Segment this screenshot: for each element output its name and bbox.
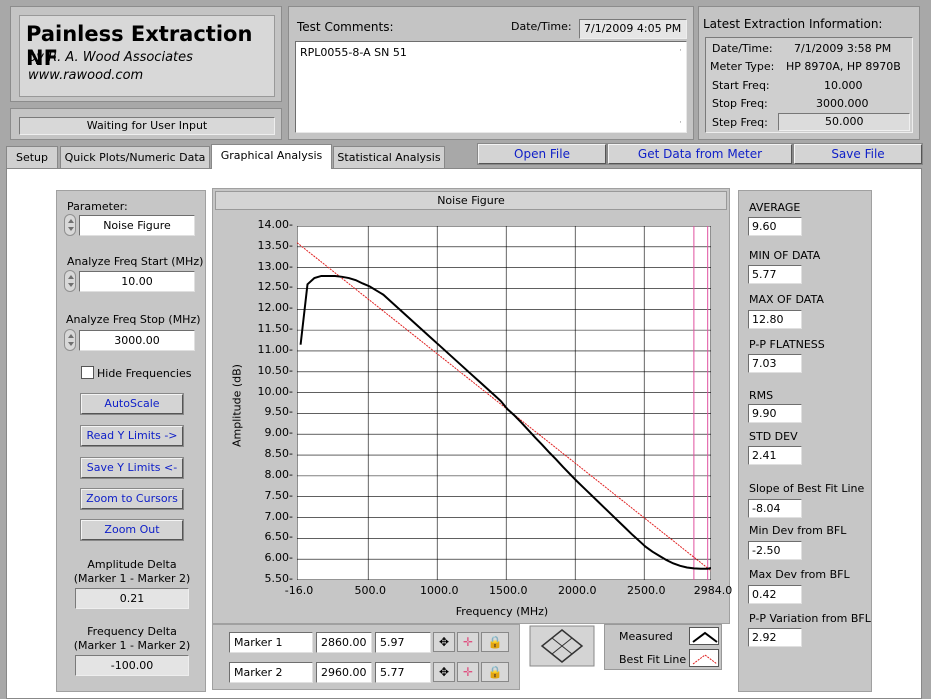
- zoom-to-cursors-button[interactable]: Zoom to Cursors: [81, 489, 183, 509]
- scroll-up-icon[interactable]: ·: [679, 46, 682, 56]
- latest-value-start: 10.000: [824, 79, 863, 92]
- x-tick-label: 2984.0: [693, 584, 733, 597]
- marker2-move-icon[interactable]: ✥: [433, 662, 455, 682]
- x-tick-label: 2500.0: [626, 584, 666, 597]
- start-freq-field[interactable]: 10.00: [79, 271, 195, 292]
- latest-step-field: 50.000: [778, 113, 910, 131]
- latest-label-stop: Stop Freq:: [712, 97, 768, 110]
- tab-setup[interactable]: Setup: [6, 146, 58, 169]
- amp-delta-value: 0.21: [75, 588, 189, 609]
- latest-panel: Latest Extraction Information: Date/Time…: [698, 6, 920, 140]
- save-y-limits-button[interactable]: Save Y Limits <-: [81, 458, 183, 478]
- hide-frequencies-checkbox[interactable]: [81, 366, 94, 379]
- marker1-amp[interactable]: 5.97: [375, 632, 431, 653]
- stop-freq-spinner[interactable]: [64, 329, 76, 351]
- marker1-crosshair-icon[interactable]: ✛: [457, 632, 479, 652]
- read-y-limits-button[interactable]: Read Y Limits ->: [81, 426, 183, 446]
- legend: Measured Best Fit Line: [604, 624, 722, 670]
- legend-measured-swatch: [689, 627, 719, 645]
- pan-diamond-icon[interactable]: [526, 624, 598, 668]
- get-data-button[interactable]: Get Data from Meter: [608, 144, 792, 164]
- stop-freq-field[interactable]: 3000.00: [79, 330, 195, 351]
- start-freq-spinner[interactable]: [64, 270, 76, 292]
- scroll-down-icon[interactable]: ·: [679, 118, 682, 128]
- latest-label-meter: Meter Type:: [710, 60, 775, 73]
- autoscale-button[interactable]: AutoScale: [81, 394, 183, 414]
- plot-area[interactable]: [297, 226, 711, 580]
- app-website: www.rawood.com: [28, 68, 144, 83]
- marker2-lock-icon[interactable]: 🔒: [481, 662, 509, 682]
- latest-label-step: Step Freq:: [712, 116, 768, 129]
- status-panel: Waiting for User Input: [10, 108, 282, 140]
- parameter-spinner[interactable]: [64, 214, 76, 236]
- amp-delta-label: Amplitude Delta: [87, 558, 177, 571]
- latest-value-stop: 3000.000: [816, 97, 869, 110]
- x-tick-label: 1500.0: [488, 584, 528, 597]
- pan-control[interactable]: [526, 624, 598, 668]
- x-tick-label: 1000.0: [419, 584, 459, 597]
- marker2-crosshair-icon[interactable]: ✛: [457, 662, 479, 682]
- x-tick-label: 500.0: [354, 584, 386, 597]
- comments-textarea[interactable]: RPL0055-8-A SN 51 · ·: [295, 41, 687, 133]
- latest-value-step: 50.000: [825, 115, 864, 128]
- legend-measured-label: Measured: [619, 630, 673, 643]
- marker1-freq[interactable]: 2860.00: [316, 632, 372, 653]
- latest-value-date: 7/1/2009 3:58 PM: [794, 42, 892, 55]
- zoom-out-button[interactable]: Zoom Out: [81, 520, 183, 540]
- graph-panel: Noise Figure Amplitude (dB) Frequency (M…: [212, 188, 733, 624]
- latest-value-meter: HP 8970A, HP 8970B: [786, 60, 901, 73]
- marker-panel: Marker 1 2860.00 5.97 ✥ ✛ 🔒 Marker 2 296…: [212, 624, 520, 690]
- latest-title: Latest Extraction Information:: [703, 17, 883, 31]
- logo-panel: Painless Extraction NF by R. A. Wood Ass…: [10, 6, 282, 102]
- left-controls-panel: Parameter: Noise Figure Analyze Freq Sta…: [56, 190, 206, 692]
- tab-statistical-analysis[interactable]: Statistical Analysis: [333, 146, 445, 169]
- marker1-name[interactable]: Marker 1: [229, 632, 313, 653]
- open-file-button[interactable]: Open File: [478, 144, 606, 164]
- marker2-amp[interactable]: 5.77: [375, 662, 431, 683]
- hide-frequencies-label: Hide Frequencies: [97, 367, 192, 380]
- freq-delta-label: Frequency Delta: [87, 625, 177, 638]
- comments-panel: Test Comments: Date/Time: 7/1/2009 4:05 …: [288, 6, 694, 140]
- x-tick-label: 2000.0: [557, 584, 597, 597]
- freq-delta-sublabel: (Marker 1 - Marker 2): [73, 639, 191, 652]
- stats-panel: [738, 190, 872, 692]
- freq-delta-value: -100.00: [75, 655, 189, 676]
- plot-background: [297, 226, 711, 580]
- logo-box: Painless Extraction NF by R. A. Wood Ass…: [19, 15, 275, 97]
- status-text: Waiting for User Input: [19, 117, 275, 135]
- latest-label-date: Date/Time:: [712, 42, 773, 55]
- x-tick-label: -16.0: [284, 584, 314, 597]
- legend-bfl-swatch: [689, 649, 719, 667]
- start-freq-label: Analyze Freq Start (MHz): [67, 255, 204, 268]
- latest-box: Date/Time: 7/1/2009 3:58 PM Meter Type: …: [705, 37, 913, 133]
- datetime-label: Date/Time:: [511, 20, 572, 33]
- amp-delta-sublabel: (Marker 1 - Marker 2): [73, 572, 191, 585]
- marker1-lock-icon[interactable]: 🔒: [481, 632, 509, 652]
- tab-quick-plots[interactable]: Quick Plots/Numeric Data: [60, 146, 210, 169]
- parameter-label: Parameter:: [67, 200, 128, 213]
- marker2-name[interactable]: Marker 2: [229, 662, 313, 683]
- comments-text: RPL0055-8-A SN 51: [300, 46, 407, 59]
- tab-graphical-analysis[interactable]: Graphical Analysis: [211, 144, 332, 169]
- datetime-value: 7/1/2009 4:05 PM: [579, 19, 687, 39]
- parameter-field[interactable]: Noise Figure: [79, 215, 195, 236]
- marker2-freq[interactable]: 2960.00: [316, 662, 372, 683]
- comments-label: Test Comments:: [297, 20, 394, 34]
- save-file-button[interactable]: Save File: [794, 144, 922, 164]
- latest-label-start: Start Freq:: [712, 79, 770, 92]
- stop-freq-label: Analyze Freq Stop (MHz): [66, 313, 201, 326]
- legend-bfl-label: Best Fit Line: [619, 653, 687, 666]
- app-author: by R. A. Wood Associates: [28, 50, 193, 65]
- marker1-move-icon[interactable]: ✥: [433, 632, 455, 652]
